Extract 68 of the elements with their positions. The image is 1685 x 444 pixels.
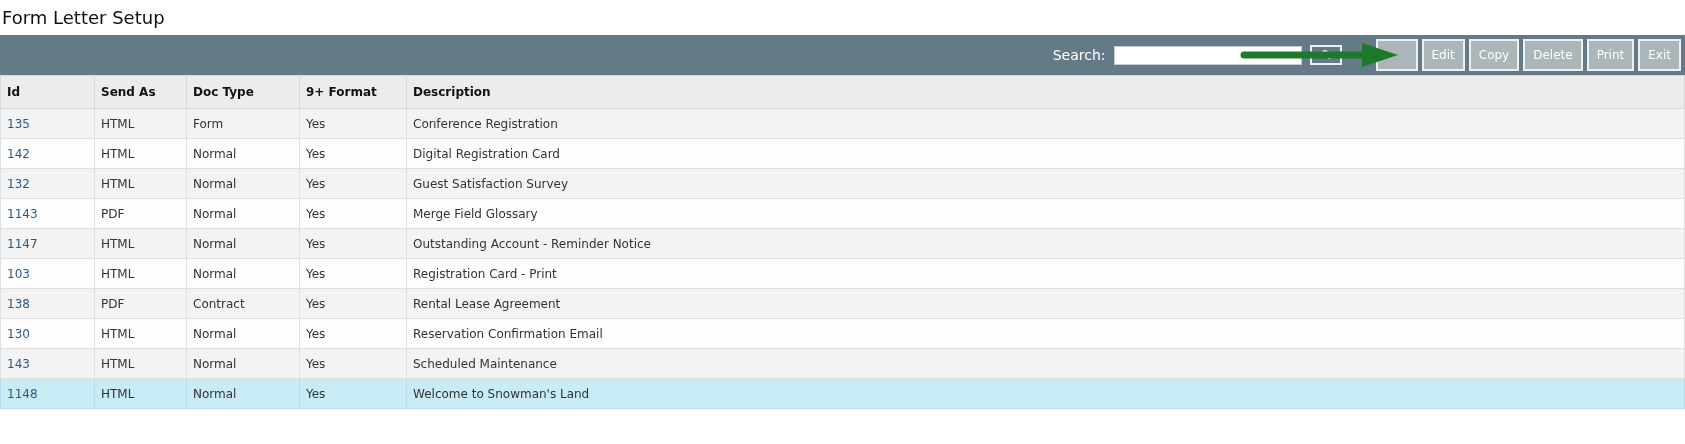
table-row[interactable]: 103 HTML Normal Yes Registration Card - Print [0, 258, 1685, 289]
column-header[interactable]: Id [0, 75, 95, 109]
search-label: Search: [1052, 47, 1106, 63]
table-cell: Normal [186, 168, 300, 199]
table-row[interactable]: 130 HTML Normal Yes Reservation Confirmation Email [0, 318, 1685, 349]
table-cell: Form [186, 108, 300, 139]
column-header[interactable]: Description [406, 75, 1685, 109]
table-cell: Normal [186, 348, 300, 379]
table-cell: Merge Field Glossary [406, 198, 1685, 229]
table-cell: 132 [0, 168, 95, 199]
table-row[interactable]: 135 HTML Form Yes Conference Registration [0, 108, 1685, 139]
table-cell: Normal [186, 228, 300, 259]
table-cell: 143 [0, 348, 95, 379]
table-cell: HTML [94, 138, 187, 169]
table-cell: 103 [0, 258, 95, 289]
table-cell: Yes [299, 168, 407, 199]
table-cell: 1148 [0, 378, 95, 409]
table-cell: Outstanding Account - Reminder Notice [406, 228, 1685, 259]
table-cell: Normal [186, 378, 300, 409]
table-cell: 1147 [0, 228, 95, 259]
table-cell: 135 [0, 108, 95, 139]
table-cell: Yes [299, 288, 407, 319]
table-row[interactable]: 1147 HTML Normal Yes Outstanding Account - Reminder Notice [0, 228, 1685, 259]
table-cell: HTML [94, 228, 187, 259]
table-cell: HTML [94, 108, 187, 139]
table-cell: Normal [186, 198, 300, 229]
table-row[interactable]: 138 PDF Contract Yes Rental Lease Agreement [0, 288, 1685, 319]
table-cell: Yes [299, 348, 407, 379]
column-header[interactable]: 9+ Format [299, 75, 407, 109]
table-cell: Yes [299, 228, 407, 259]
table-cell: 130 [0, 318, 95, 349]
table-cell: HTML [94, 318, 187, 349]
page-title: Form Letter Setup [1, 6, 166, 30]
search-field[interactable] [1113, 45, 1302, 65]
column-header[interactable]: Doc Type [186, 75, 300, 109]
table-cell: HTML [94, 168, 187, 199]
table-cell: Yes [299, 378, 407, 409]
table-cell: PDF [94, 288, 187, 319]
table-cell: Normal [186, 138, 300, 169]
table-cell: HTML [94, 378, 187, 409]
table-cell: Guest Satisfaction Survey [406, 168, 1685, 199]
table-cell: Reservation Confirmation Email [406, 318, 1685, 349]
table-cell: Digital Registration Card [406, 138, 1685, 169]
table-cell: Yes [299, 198, 407, 229]
table-row[interactable]: 1148 HTML Normal Yes Welcome to Snowman's Land [0, 378, 1685, 409]
table-row[interactable]: 132 HTML Normal Yes Guest Satisfaction Survey [0, 168, 1685, 199]
table-cell: 138 [0, 288, 95, 319]
table-cell: PDF [94, 198, 187, 229]
table-cell: Welcome to Snowman's Land [406, 378, 1685, 409]
table-cell: Normal [186, 258, 300, 289]
table-cell: Registration Card - Print [406, 258, 1685, 289]
table-cell: Yes [299, 258, 407, 289]
table-cell: Yes [299, 108, 407, 139]
table-cell: Yes [299, 318, 407, 349]
table-cell: 142 [0, 138, 95, 169]
column-header[interactable]: Send As [94, 75, 187, 109]
table-cell: Contract [186, 288, 300, 319]
table-cell: 1143 [0, 198, 95, 229]
table-cell: Conference Registration [406, 108, 1685, 139]
table-row[interactable]: 142 HTML Normal Yes Digital Registration Card [0, 138, 1685, 169]
table-row[interactable]: 1143 PDF Normal Yes Merge Field Glossary [0, 198, 1685, 229]
table-row[interactable]: 143 HTML Normal Yes Scheduled Maintenance [0, 348, 1685, 379]
table-cell: Yes [299, 138, 407, 169]
table-cell: Normal [186, 318, 300, 349]
table-cell: Rental Lease Agreement [406, 288, 1685, 319]
table-cell: Scheduled Maintenance [406, 348, 1685, 379]
table-cell: HTML [94, 348, 187, 379]
table-cell: HTML [94, 258, 187, 289]
